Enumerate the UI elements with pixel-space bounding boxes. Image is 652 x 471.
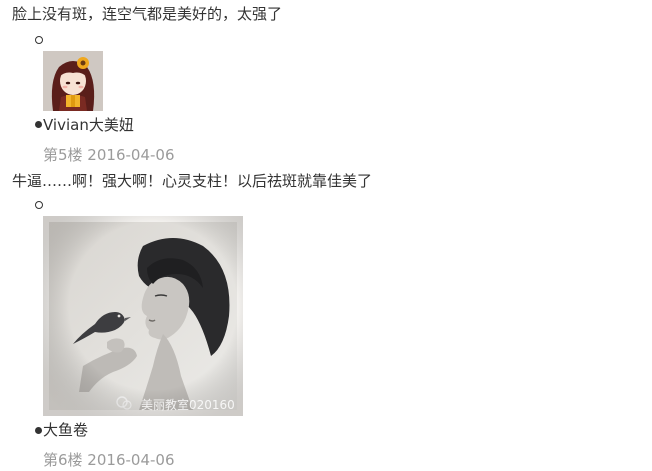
comment-text: 脸上没有斑，连空气都是美好的，太强了	[12, 5, 283, 23]
comment-meta: 第6楼 2016-04-06	[43, 451, 175, 469]
watermark-text: 美丽教室020160	[141, 398, 235, 412]
avatar-photo	[43, 216, 243, 416]
comment-meta: 第5楼 2016-04-06	[43, 146, 175, 164]
list-bullet	[35, 427, 42, 434]
list-bullet	[35, 201, 43, 209]
avatar-illustration	[43, 51, 103, 111]
comment-username[interactable]: Vivian大美妞	[43, 115, 134, 135]
list-bullet	[35, 36, 43, 44]
comment-text: 牛逼……啊！强大啊！心灵支柱！以后祛斑就靠佳美了	[12, 172, 373, 190]
user-avatar[interactable]: 美丽教室020160	[43, 216, 243, 416]
user-avatar[interactable]	[43, 51, 103, 111]
list-bullet	[35, 121, 42, 128]
comment-username[interactable]: 大鱼卷	[43, 420, 88, 440]
